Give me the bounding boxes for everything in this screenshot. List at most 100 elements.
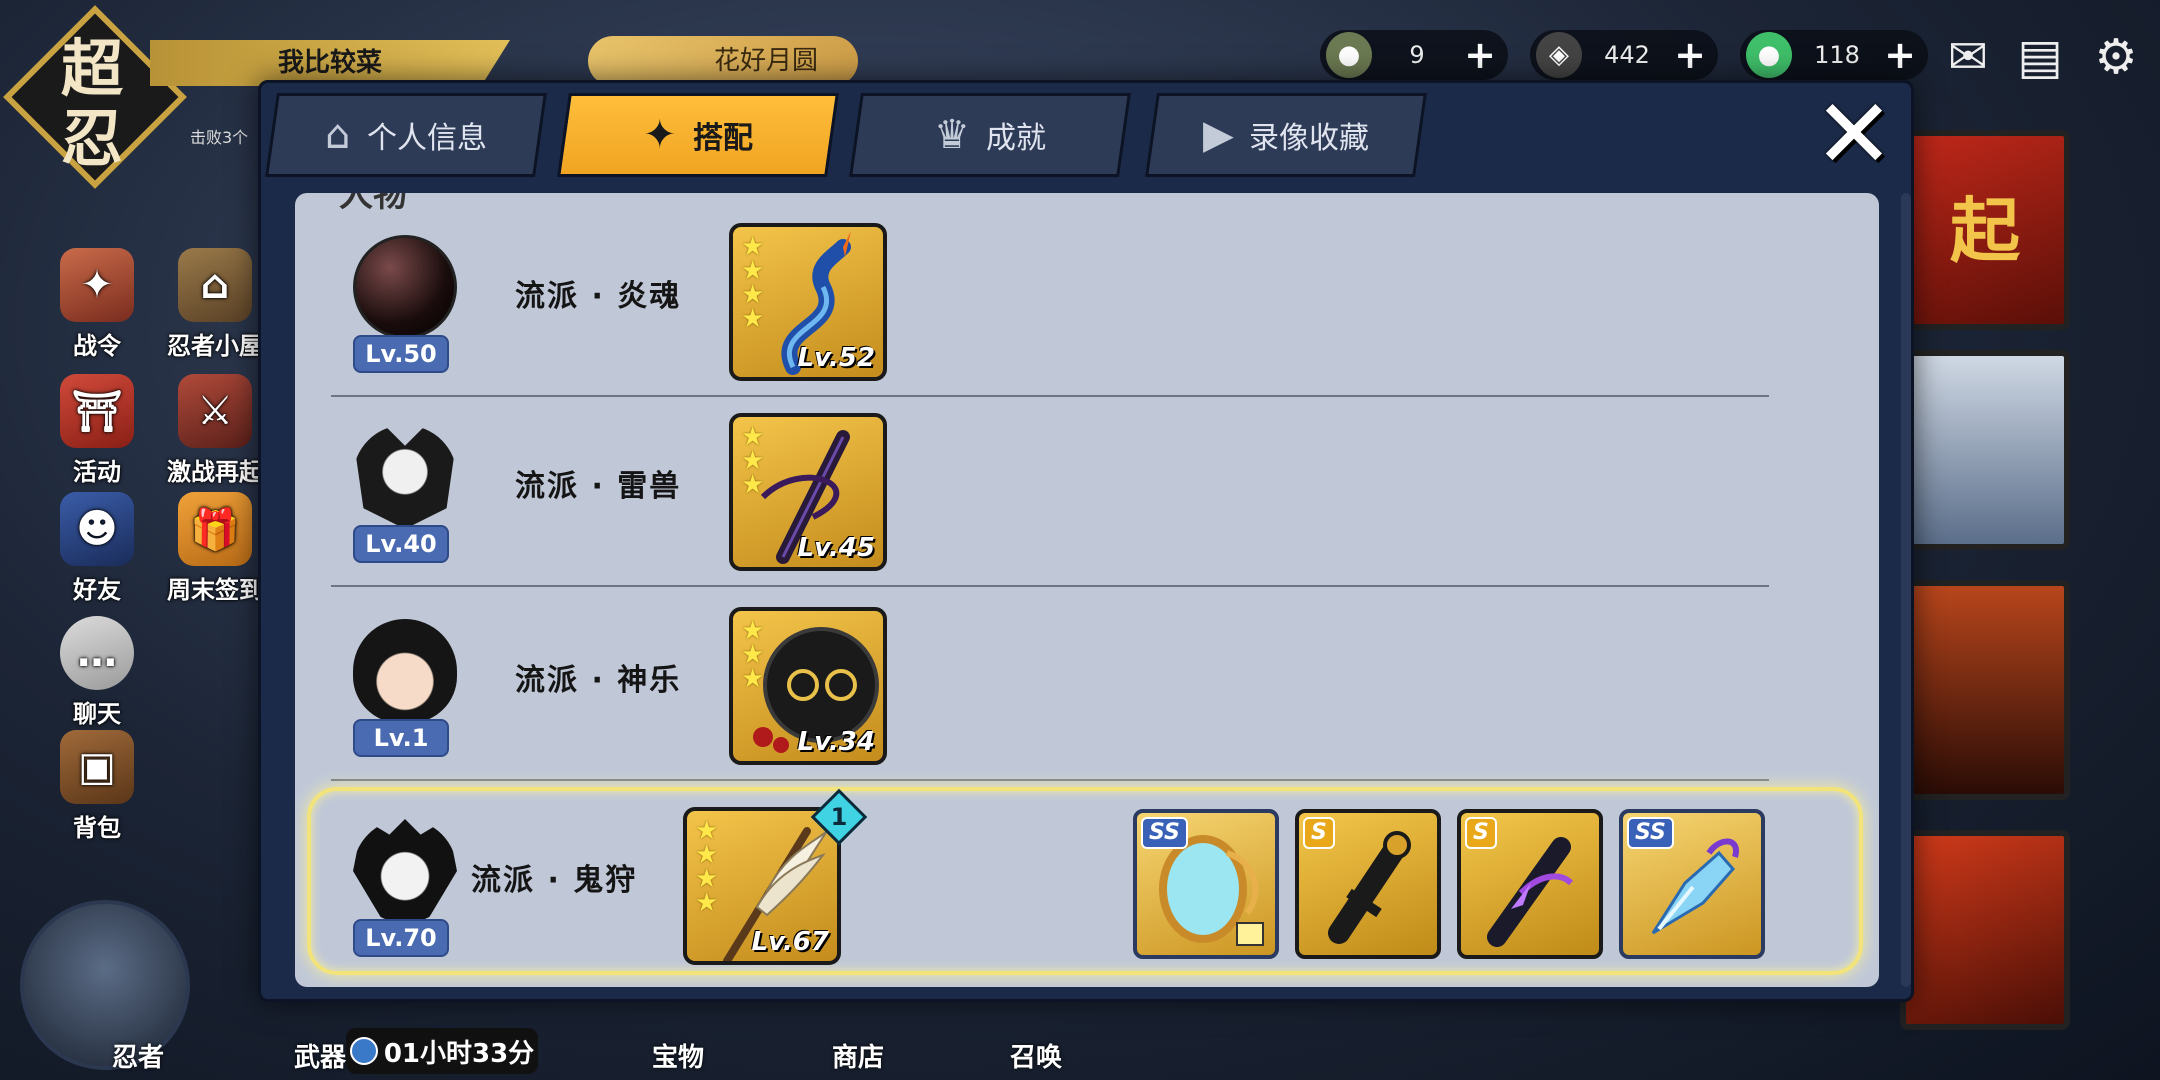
- side-item-label: 好友: [73, 576, 121, 604]
- bottom-nav-ninja[interactable]: 忍者: [112, 1037, 164, 1074]
- tab-loadout[interactable]: ✦ 搭配: [557, 93, 839, 177]
- grade-badge: S: [1465, 817, 1497, 849]
- weapon-slot[interactable]: ★ ★ ★ ★ Lv.67: [683, 807, 841, 965]
- crossed-swords-icon: ⚔: [178, 374, 252, 448]
- weapon-level: Lv.67: [751, 927, 829, 957]
- weapon-slot[interactable]: ★ ★ ★ Lv.34: [729, 607, 887, 765]
- awaken-rank-value: 1: [830, 803, 848, 831]
- settings-gear-icon[interactable]: ⚙: [2086, 28, 2146, 86]
- play-icon: ▶: [1202, 112, 1234, 158]
- style-name: 流派 · 神乐: [515, 663, 682, 698]
- weapon-slot[interactable]: ★ ★ ★ ★ Lv.52: [729, 223, 887, 381]
- row-divider: [331, 779, 1769, 781]
- side-item-label: 激战再起: [167, 458, 263, 486]
- side-item-label: 周末签到: [167, 576, 263, 604]
- equip-slot-2[interactable]: S: [1295, 809, 1441, 959]
- side-item-friends[interactable]: ☻ 好友: [42, 492, 152, 605]
- rank-subtitle: 击败3个: [190, 128, 249, 147]
- profile-icon: ⌂: [325, 112, 351, 158]
- event-badge[interactable]: 花好月圆: [588, 36, 858, 86]
- mail-icon[interactable]: ✉: [1938, 28, 1998, 86]
- gift-box-icon: 🎁: [178, 492, 252, 566]
- style-name: 流派 · 炎魂: [515, 279, 682, 314]
- battle-pass-icon: ✦: [60, 248, 134, 322]
- bottom-nav-weapon[interactable]: 武器: [294, 1037, 346, 1074]
- equip-slot-4[interactable]: SS: [1619, 809, 1765, 959]
- equip-slot-3[interactable]: S: [1457, 809, 1603, 959]
- row-divider: [331, 585, 1769, 587]
- right-banner-text: 起: [1950, 190, 2020, 272]
- grade-badge: SS: [1627, 817, 1674, 849]
- bottom-nav-shop[interactable]: 商店: [832, 1037, 884, 1074]
- logo-text: 超忍: [60, 32, 123, 175]
- bottom-nav-summon[interactable]: 召唤: [1010, 1037, 1062, 1074]
- side-item-events[interactable]: ⛩ 活动: [42, 374, 152, 487]
- list-item[interactable]: Lv.40 流派 · 雷兽 ★ ★ ★ Lv.45: [295, 397, 1879, 587]
- currency-value: 118: [1814, 41, 1860, 69]
- star-rating: ★ ★ ★ ★: [741, 232, 765, 334]
- right-banner-scene[interactable]: [1900, 350, 2070, 550]
- level-badge: Lv.50: [353, 335, 449, 373]
- tab-label: 录像收藏: [1249, 121, 1370, 156]
- loadout-list[interactable]: 人物 Lv.50 流派 · 炎魂 ★ ★ ★ ★ Lv.52 Lv.40 流派 …: [295, 193, 1879, 987]
- side-item-label: 忍者小屋: [167, 332, 263, 360]
- side-item-weekend-signin[interactable]: 🎁 周末签到: [160, 492, 270, 605]
- currency-jade: ● 118 +: [1740, 30, 1928, 80]
- close-button[interactable]: ✕: [1809, 86, 1899, 182]
- tab-profile[interactable]: ⌂ 个人信息: [265, 93, 547, 177]
- list-item-selected[interactable]: Lv.70 流派 · 鬼狩 ★ ★ ★ ★ Lv.67 1 SS S S SS: [307, 787, 1863, 975]
- right-banner-fire[interactable]: [1900, 830, 2070, 1030]
- tab-label: 成就: [985, 121, 1046, 156]
- grade-badge: S: [1303, 817, 1335, 849]
- jade-icon: ●: [1746, 32, 1792, 78]
- side-item-backpack[interactable]: ▣ 背包: [42, 730, 152, 843]
- side-item-label: 聊天: [73, 700, 121, 728]
- add-rice-ball-button[interactable]: +: [1462, 33, 1498, 77]
- list-item[interactable]: Lv.1 流派 · 神乐 ★ ★ ★ Lv.34: [295, 591, 1879, 781]
- currency-value: 9: [1409, 41, 1425, 69]
- add-coin-button[interactable]: +: [1672, 33, 1708, 77]
- equip-slot-1[interactable]: SS: [1133, 809, 1279, 959]
- backpack-icon: ▣: [60, 730, 134, 804]
- currency-value: 442: [1604, 41, 1650, 69]
- right-banner-castle[interactable]: [1900, 580, 2070, 800]
- right-banner-event[interactable]: 起: [1900, 130, 2070, 330]
- add-jade-button[interactable]: +: [1882, 33, 1918, 77]
- scrollbar[interactable]: [1901, 193, 1911, 987]
- style-name: 流派 · 鬼狩: [471, 863, 638, 898]
- tab-achievements[interactable]: ♛ 成就: [849, 93, 1131, 177]
- side-item-label: 战令: [73, 332, 121, 360]
- side-item-label: 背包: [73, 814, 121, 842]
- player-avatar[interactable]: [20, 900, 190, 1070]
- grade-badge: SS: [1141, 817, 1188, 849]
- bottom-nav-treasure[interactable]: 宝物: [652, 1037, 704, 1074]
- tab-label: 搭配: [692, 121, 753, 156]
- star-rating: ★ ★ ★: [741, 616, 765, 694]
- level-badge: Lv.70: [353, 919, 449, 957]
- dark-orb-avatar: [345, 227, 465, 347]
- side-item-battle-again[interactable]: ⚔ 激战再起: [160, 374, 270, 487]
- weapon-slot[interactable]: ★ ★ ★ Lv.45: [729, 413, 887, 571]
- countdown-timer: 01小时33分: [346, 1028, 538, 1074]
- list-item[interactable]: Lv.50 流派 · 炎魂 ★ ★ ★ ★ Lv.52: [295, 207, 1879, 397]
- weapon-level: Lv.45: [797, 533, 875, 563]
- side-item-battle-pass[interactable]: ✦ 战令: [42, 248, 152, 361]
- ninja-friend-icon: ☻: [60, 492, 134, 566]
- timer-text: 01小时33分: [383, 1038, 535, 1069]
- notice-board-icon[interactable]: ▤: [2010, 28, 2070, 86]
- tab-replays[interactable]: ▶ 录像收藏: [1145, 93, 1427, 177]
- star-rating: ★ ★ ★: [741, 422, 765, 500]
- currency-rice-ball: ● 9 +: [1320, 30, 1508, 80]
- side-item-label: 活动: [73, 458, 121, 486]
- weapon-level: Lv.52: [797, 343, 875, 373]
- fox-mask-avatar: [345, 811, 465, 931]
- timer-icon: [349, 1037, 378, 1065]
- side-item-chat[interactable]: … 聊天: [42, 616, 152, 729]
- side-item-ninja-house[interactable]: ⌂ 忍者小屋: [160, 248, 270, 361]
- trophy-icon: ♛: [934, 112, 970, 158]
- girl-ninja-avatar: [345, 611, 465, 731]
- ninja-house-icon: ⌂: [178, 248, 252, 322]
- tab-label: 个人信息: [366, 121, 487, 156]
- masked-ninja-avatar: [345, 417, 465, 537]
- style-name: 流派 · 雷兽: [515, 469, 682, 504]
